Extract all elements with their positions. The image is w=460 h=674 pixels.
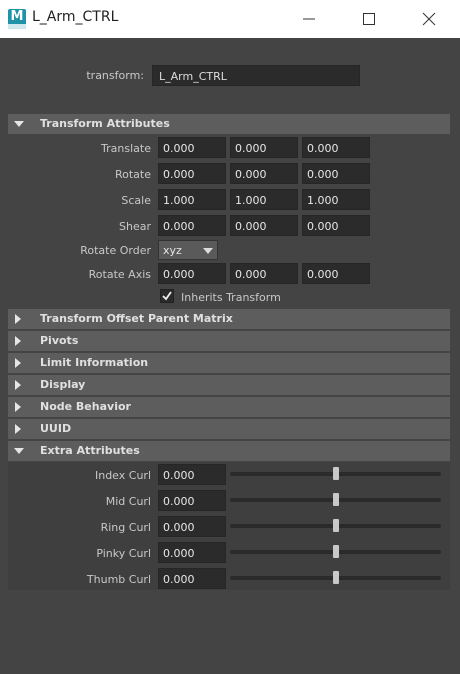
section-title: Node Behavior	[40, 400, 131, 413]
section-limit-information[interactable]: Limit Information	[8, 353, 450, 373]
section-node-behavior[interactable]: Node Behavior	[8, 397, 450, 417]
rotate-axis-y-field[interactable]: 0.000	[230, 263, 298, 284]
shear-z-field[interactable]: 0.000	[302, 215, 370, 236]
expand-arrow-icon	[15, 380, 21, 390]
pinky-curl-label: Pinky Curl	[96, 547, 151, 560]
rotate-order-label: Rotate Order	[80, 244, 151, 257]
ring-curl-label: Ring Curl	[100, 521, 151, 534]
mid-curl-label: Mid Curl	[105, 495, 151, 508]
mid-curl-field[interactable]: 0.000	[158, 490, 226, 511]
thumb-curl-label: Thumb Curl	[86, 573, 151, 586]
translate-z-field[interactable]: 0.000	[302, 137, 370, 158]
ring-curl-field[interactable]: 0.000	[158, 516, 226, 537]
scale-y-field[interactable]: 1.000	[230, 189, 298, 210]
index-curl-label: Index Curl	[94, 469, 151, 482]
pinky-curl-slider-handle[interactable]	[332, 545, 339, 558]
rotate-axis-label: Rotate Axis	[88, 268, 151, 281]
section-transform-offset-parent-matrix[interactable]: Transform Offset Parent Matrix	[8, 309, 450, 329]
expand-arrow-icon	[15, 336, 21, 346]
shear-x-field[interactable]: 0.000	[158, 215, 226, 236]
chevron-down-icon	[203, 248, 213, 254]
section-title: Transform Offset Parent Matrix	[40, 312, 233, 325]
expand-arrow-icon	[15, 424, 21, 434]
close-button[interactable]	[406, 0, 452, 38]
expand-arrow-icon	[15, 402, 21, 412]
mid-curl-slider-handle[interactable]	[332, 493, 339, 506]
shear-y-field[interactable]: 0.000	[230, 215, 298, 236]
maximize-icon	[363, 13, 375, 25]
checkmark-icon	[162, 291, 172, 301]
maya-app-icon: M	[8, 9, 26, 29]
scale-z-field[interactable]: 1.000	[302, 189, 370, 210]
section-title: Transform Attributes	[40, 117, 170, 130]
section-title: Pivots	[40, 334, 79, 347]
section-extra-attributes[interactable]: Extra Attributes	[8, 441, 450, 461]
collapse-arrow-icon	[14, 121, 24, 127]
minimize-icon	[303, 18, 315, 20]
section-title: Display	[40, 378, 86, 391]
shear-label: Shear	[119, 220, 151, 233]
rotate-label: Rotate	[114, 168, 151, 181]
close-icon	[422, 12, 436, 26]
title-bar: M L_Arm_CTRL	[0, 0, 460, 38]
thumb-curl-slider-handle[interactable]	[332, 571, 339, 584]
expand-arrow-icon	[15, 314, 21, 324]
section-uuid[interactable]: UUID	[8, 419, 450, 439]
translate-x-field[interactable]: 0.000	[158, 137, 226, 158]
rotate-axis-x-field[interactable]: 0.000	[158, 263, 226, 284]
minimize-button[interactable]	[286, 0, 332, 38]
transform-label: transform:	[86, 69, 144, 82]
inherits-transform-label: Inherits Transform	[181, 291, 281, 304]
section-display[interactable]: Display	[8, 375, 450, 395]
rotate-x-field[interactable]: 0.000	[158, 163, 226, 184]
rotate-order-dropdown[interactable]: xyz	[158, 240, 218, 260]
inherits-transform-checkbox[interactable]	[160, 289, 174, 303]
section-transform-attributes[interactable]: Transform Attributes	[8, 114, 450, 134]
scale-label: Scale	[121, 194, 151, 207]
rotate-order-value: xyz	[163, 244, 182, 257]
section-pivots[interactable]: Pivots	[8, 331, 450, 351]
collapse-arrow-icon	[14, 448, 24, 454]
maximize-button[interactable]	[346, 0, 392, 38]
transform-name-field[interactable]: L_Arm_CTRL	[152, 65, 360, 86]
index-curl-field[interactable]: 0.000	[158, 464, 226, 485]
section-title: UUID	[40, 422, 72, 435]
thumb-curl-field[interactable]: 0.000	[158, 568, 226, 589]
pinky-curl-field[interactable]: 0.000	[158, 542, 226, 563]
window-title: L_Arm_CTRL	[32, 9, 119, 25]
index-curl-slider-handle[interactable]	[332, 467, 339, 480]
section-title: Limit Information	[40, 356, 149, 369]
ring-curl-slider-handle[interactable]	[332, 519, 339, 532]
section-title: Extra Attributes	[40, 444, 140, 457]
expand-arrow-icon	[15, 358, 21, 368]
rotate-z-field[interactable]: 0.000	[302, 163, 370, 184]
translate-y-field[interactable]: 0.000	[230, 137, 298, 158]
translate-label: Translate	[101, 142, 151, 155]
rotate-y-field[interactable]: 0.000	[230, 163, 298, 184]
scale-x-field[interactable]: 1.000	[158, 189, 226, 210]
rotate-axis-z-field[interactable]: 0.000	[302, 263, 370, 284]
